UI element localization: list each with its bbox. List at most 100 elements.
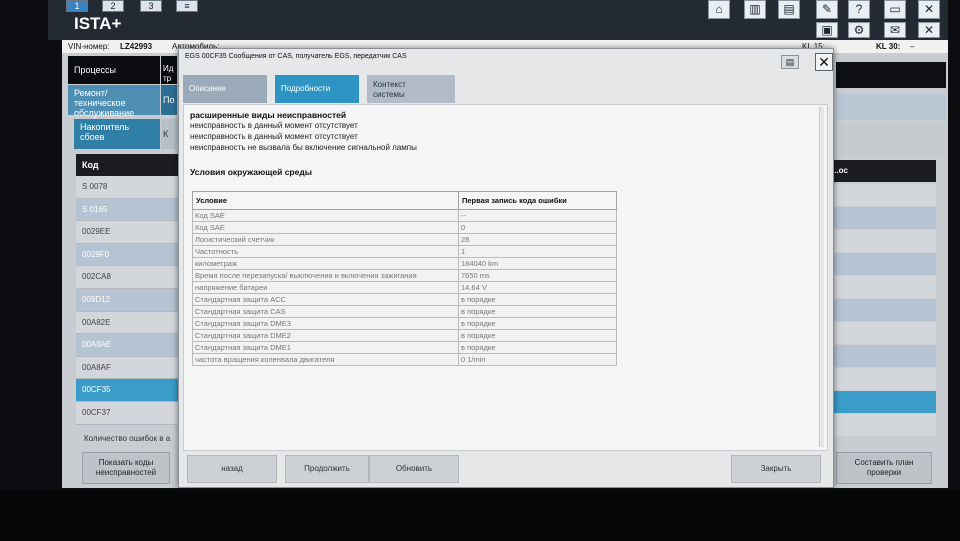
condition-cell: километраж: [192, 257, 459, 270]
menu-processes[interactable]: Процессы: [68, 56, 160, 84]
mail-icon[interactable]: ✉: [884, 22, 906, 38]
menu-repair-right[interactable]: По: [161, 85, 177, 115]
code-row[interactable]: S 0078: [76, 176, 184, 199]
tab-fault-memory[interactable]: Накопитель сбоев: [74, 119, 160, 149]
right-row[interactable]: [828, 230, 936, 252]
table-row: частота вращения коленвала двигателя 0 1/…: [192, 353, 617, 366]
print-icon[interactable]: ▤: [781, 55, 799, 69]
code-row[interactable]: 00A82E: [76, 311, 184, 335]
table-row: Код SAE 0: [192, 221, 617, 234]
right-row-selected[interactable]: [828, 391, 936, 413]
table-row: Стандартная защита CAS в порядке: [192, 305, 617, 318]
value-cell: в порядке: [458, 293, 617, 306]
back-button[interactable]: назад: [187, 455, 277, 483]
fault-status-line: неисправность не вызвала бы включение си…: [190, 143, 417, 152]
code-row[interactable]: 00CF37: [76, 401, 184, 425]
app-title: ISTA+: [74, 14, 122, 33]
dialog-close-icon[interactable]: ✕: [815, 53, 833, 71]
condition-cell: напряжение батареи: [192, 281, 459, 294]
right-row[interactable]: [828, 253, 936, 275]
show-codes-button[interactable]: Показать коды неисправностей: [82, 452, 170, 484]
value-cell: в порядке: [458, 329, 617, 342]
wrench-icon[interactable]: ✎: [816, 0, 838, 19]
tab-fault-memory-right[interactable]: К: [161, 119, 177, 149]
minimize-icon[interactable]: ▭: [884, 0, 906, 19]
notes-icon[interactable]: ▣: [816, 22, 838, 38]
printer-icon[interactable]: ▤: [778, 0, 800, 19]
home-icon[interactable]: ⌂: [708, 0, 730, 19]
code-row[interactable]: 00A8AE: [76, 334, 184, 357]
cards-icon[interactable]: ▥: [744, 0, 766, 19]
tab-system-context[interactable]: Контекст системы: [367, 75, 455, 103]
fault-code-list: Код S 0078 S 0165 0029EE 0029F0 002CA8 0…: [76, 154, 184, 425]
value-cell: 28: [458, 233, 617, 246]
first-entry-column-header: Первая запись кода ошибки: [458, 191, 617, 210]
value-cell: 1: [458, 245, 617, 258]
value-cell: в порядке: [458, 317, 617, 330]
close-secondary-icon[interactable]: ✕: [918, 22, 940, 38]
table-row: Стандартная защита DME2 в порядке: [192, 329, 617, 342]
app-toolbar: 1 2 3 ≡ ISTA+ ⌂ ▥ ▤ ✎ ? ▭ ✕ ▣ ⚙ ✉ ✕: [48, 0, 948, 40]
right-row[interactable]: [828, 276, 936, 298]
tab-description[interactable]: Описание: [183, 75, 267, 103]
right-column-header[interactable]: ...ос: [828, 160, 936, 182]
table-row: напряжение батареи 14.64 V: [192, 281, 617, 294]
condition-cell: Код SAE: [192, 221, 459, 234]
close-icon[interactable]: ✕: [918, 0, 940, 19]
code-row[interactable]: 0029F0: [76, 243, 184, 267]
refresh-button[interactable]: Обновить: [369, 455, 459, 483]
right-row[interactable]: [828, 207, 936, 229]
table-row: Стандартная защита ACC в порядке: [192, 293, 617, 306]
kl30-value: –: [910, 42, 915, 51]
details-content: расширенные виды неисправностей неисправ…: [183, 104, 828, 451]
tab-details[interactable]: Подробности: [275, 75, 359, 103]
right-row[interactable]: [828, 184, 936, 206]
value-cell: --: [458, 209, 617, 222]
gear-icon[interactable]: ⚙: [848, 22, 870, 38]
fault-details-dialog: EGS 00CF35 Сообщения от CAS, получатель …: [178, 48, 834, 488]
error-count-label: Количество ошибок в а: [84, 434, 171, 443]
code-row[interactable]: 009D12: [76, 288, 184, 312]
code-row[interactable]: 002CA8: [76, 266, 184, 289]
vin-label: VIN-номер:: [68, 42, 110, 51]
extended-fault-heading: расширенные виды неисправностей: [190, 110, 347, 120]
condition-cell: Стандартная защита DME3: [192, 317, 459, 330]
content-scrollbar[interactable]: [819, 107, 824, 447]
condition-cell: Стандартная защита DME1: [192, 341, 459, 354]
menu-repair[interactable]: Ремонт/ техническое обслуживание: [68, 85, 160, 118]
monitor-bezel: [0, 490, 960, 541]
condition-cell: Код SAE: [192, 209, 459, 222]
continue-button[interactable]: Продолжить: [285, 455, 369, 483]
code-row[interactable]: S 0165: [76, 198, 184, 222]
right-row[interactable]: [828, 299, 936, 321]
environment-heading: Условия окружающей среды: [190, 167, 312, 177]
value-cell: 0 1/min: [458, 353, 617, 366]
code-row[interactable]: 0029EE: [76, 221, 184, 244]
menu-identification[interactable]: Ид тр: [161, 56, 177, 84]
code-column-header[interactable]: Код: [76, 154, 184, 176]
help-icon[interactable]: ?: [848, 0, 870, 19]
table-row: Стандартная защита DME3 в порядке: [192, 317, 617, 330]
condition-cell: Стандартная защита ACC: [192, 293, 459, 306]
kl30-label: KL 30:: [876, 42, 901, 51]
right-panel-bar: [836, 94, 946, 120]
right-row[interactable]: [828, 368, 936, 390]
window-tab-3[interactable]: 3: [140, 0, 162, 12]
condition-cell: Частотность: [192, 245, 459, 258]
table-row: Время после перезапуска/ выключения и вк…: [192, 269, 617, 282]
window-tab-1[interactable]: 1: [66, 0, 88, 12]
right-row[interactable]: [828, 414, 936, 436]
close-button[interactable]: Закрыть: [731, 455, 821, 483]
table-row: Логистический счетчик 28: [192, 233, 617, 246]
value-cell: в порядке: [458, 341, 617, 354]
right-panel-bar: [836, 126, 946, 156]
code-row[interactable]: 00A8AF: [76, 356, 184, 380]
right-row[interactable]: [828, 322, 936, 344]
table-row: Стандартная защита DME1 в порядке: [192, 341, 617, 354]
window-tab-2[interactable]: 2: [102, 0, 124, 12]
code-row-selected[interactable]: 00CF35: [76, 379, 184, 402]
list-icon[interactable]: ≡: [176, 0, 198, 12]
right-row[interactable]: [828, 345, 936, 367]
table-row: Частотность 1: [192, 245, 617, 258]
make-plan-button[interactable]: Составить план проверки: [836, 452, 932, 484]
